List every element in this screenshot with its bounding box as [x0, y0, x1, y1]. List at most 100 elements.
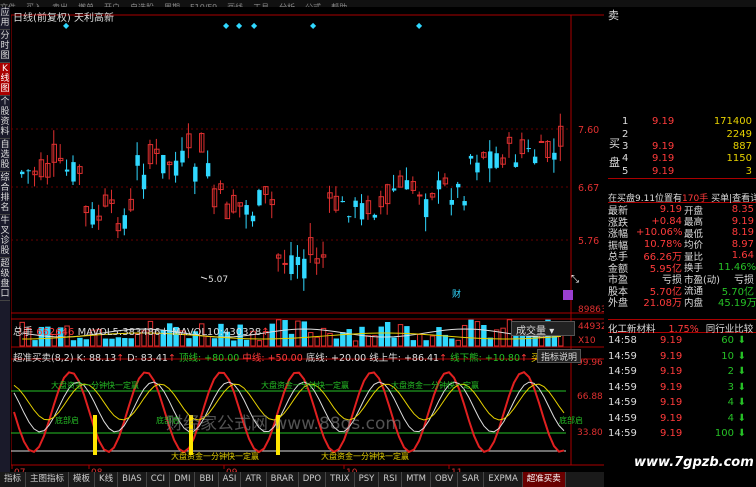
chart-canvas: 7.606.675.768986344932X1099.9666.8833.80… [11, 14, 604, 472]
bottom-tab[interactable]: ASI [219, 472, 242, 487]
tick-row: 14:59 9.19 100 ⬇ [608, 426, 756, 442]
bottom-tab[interactable]: MTM [402, 472, 431, 487]
tick-row: 14:59 9.19 4 ⬇ [608, 395, 756, 411]
signal-diamond-icon: ◆ [223, 21, 230, 30]
bottom-tab[interactable]: 主图指标 [26, 472, 70, 487]
chart-area[interactable]: 7.60 6.67 5.76 89863 44932 X10 99.96 66.88 33.80… [11, 7, 604, 472]
sell-price: 9.19 [652, 116, 675, 128]
volume-bar [423, 340, 429, 347]
stat-value: 9.19 [731, 215, 754, 227]
left-tab-7[interactable]: 超级盘口 [0, 258, 10, 301]
candle-up [231, 194, 237, 213]
bottom-tab[interactable]: BRAR [267, 472, 299, 487]
candle-down [250, 215, 256, 222]
volume-bar [468, 319, 474, 347]
candle-down [552, 152, 557, 160]
sell-level: 1 [622, 116, 629, 128]
volume-bar [442, 334, 449, 347]
tick-volume: 4 [727, 397, 734, 409]
candle-up [500, 157, 506, 165]
tick-volume: 100 [714, 428, 734, 440]
sector-row[interactable]: 化工新材料 1.75% 同行业比较 [608, 319, 756, 335]
volume-total: 662646 [36, 327, 75, 338]
volume-bar [301, 321, 308, 347]
left-tab-4[interactable]: 自选股 [0, 139, 10, 172]
bottom-tab[interactable]: DMI [170, 472, 196, 487]
tick-volume: 3 [727, 381, 734, 393]
down-arrow-icon: ⬇ [737, 428, 746, 440]
left-tab-6[interactable]: 牛叉诊股 [0, 215, 10, 258]
sell-level-row: 2 2249 [608, 128, 756, 140]
candle-down [353, 200, 358, 207]
candle-down [64, 169, 70, 172]
left-tab-1[interactable]: 分时图 [0, 30, 10, 63]
indicator-tick: 66.88 [577, 392, 603, 402]
volume-tick: 89863 [578, 305, 604, 315]
volume-bar [83, 339, 90, 347]
candle-up [109, 199, 115, 204]
indicator-watermark: 财经家公式网 www.88gs.com [166, 414, 402, 434]
volume-indicator-dropdown[interactable]: 成交量 ▾ [511, 321, 575, 337]
bottom-tab[interactable]: 指标 [0, 472, 27, 487]
volume-bar [282, 320, 288, 347]
bottom-tab[interactable]: PSY [355, 472, 380, 487]
bottom-tab[interactable]: ATR [241, 472, 267, 487]
left-tab-2[interactable]: K线图 [0, 63, 10, 96]
volume-bar [417, 334, 423, 347]
bottom-tab[interactable]: DPO [299, 472, 327, 487]
candle-up [333, 195, 340, 211]
volume-bar [513, 335, 519, 347]
left-tab-5[interactable]: 综合排名 [0, 172, 10, 215]
volume-bar [500, 327, 506, 347]
tick-volume: 10 [721, 350, 734, 362]
left-tab-bar: 应用 分时图 K线图 个股资料 自选股 综合排名 牛叉诊股 超级盘口 [0, 7, 10, 472]
low-marker-line [200, 276, 208, 280]
stat-value: 21.08万 [643, 298, 682, 310]
indicator-help-button[interactable]: 指标说明 [537, 349, 581, 363]
indicator-bottom-line: 底线: +20.00 [305, 353, 367, 364]
signal-diamond-icon: ◆ [416, 21, 423, 30]
tick-volume: 2 [727, 366, 734, 378]
bottom-tab[interactable]: SAR [458, 472, 485, 487]
bottom-tab[interactable]: BIAS [118, 472, 147, 487]
sell-levels: 1 9.19 171400 2 2249 3 9.19 887 4 9.19 1150 5 9.19 3 [608, 116, 756, 179]
candle-up [538, 140, 545, 143]
down-arrow-icon: ⬇ [737, 397, 746, 409]
bottom-tab[interactable]: OBV [431, 472, 459, 487]
tick-row: 14:59 9.19 10 ⬇ [608, 349, 756, 365]
indicator-top-line: 顶线: +80.00 [178, 353, 240, 364]
site-watermark: www.7gpzb.com [634, 455, 754, 470]
candle-down [205, 163, 211, 177]
volume-legend: 总手 662646 MAVOL5:383486↓ MAVOL10:430328↑ [13, 327, 270, 338]
financial-report-marker: 财 [452, 288, 461, 300]
bottom-tab-active[interactable]: 超准买卖 [522, 472, 566, 487]
bottom-tab[interactable]: EXPMA [484, 472, 523, 487]
candle-up [417, 194, 423, 197]
candle-up [519, 139, 526, 155]
mavol5-label: MAVOL5: [77, 327, 123, 338]
indicator-mid-line: 中线: +50.00 [242, 353, 303, 364]
bottom-tab[interactable]: 模板 [69, 472, 96, 487]
candle-up [186, 133, 192, 149]
sell-price: 9.19 [652, 141, 675, 153]
volume-bar [102, 338, 109, 347]
tick-price: 9.19 [660, 381, 683, 393]
volume-bar [314, 336, 320, 347]
bottom-tab[interactable]: CCI [147, 472, 171, 487]
left-tab-0[interactable]: 应用 [0, 7, 10, 30]
bottom-tab[interactable]: RSI [379, 472, 403, 487]
bottom-tab-bar: 指标 主图指标 模板 K线 BIAS CCI DMI BBI ASI ATR BRAR DPO TRIX… [0, 472, 604, 487]
volume-tick: X10 [578, 336, 596, 346]
sell-side-label: 卖 [608, 9, 619, 22]
sell-volume: 887 [732, 141, 752, 153]
bottom-tab[interactable]: K线 [95, 472, 119, 487]
bottom-tab[interactable]: BBI [195, 472, 219, 487]
chevron-down-icon: ▾ [549, 326, 555, 337]
candle-down [90, 209, 95, 225]
candle-down [244, 205, 249, 215]
volume-bar [352, 340, 359, 347]
candle-up [38, 159, 45, 178]
left-tab-3[interactable]: 个股资料 [0, 96, 10, 139]
volume-tick: 44932 [578, 322, 604, 332]
bottom-tab[interactable]: TRIX [326, 472, 355, 487]
